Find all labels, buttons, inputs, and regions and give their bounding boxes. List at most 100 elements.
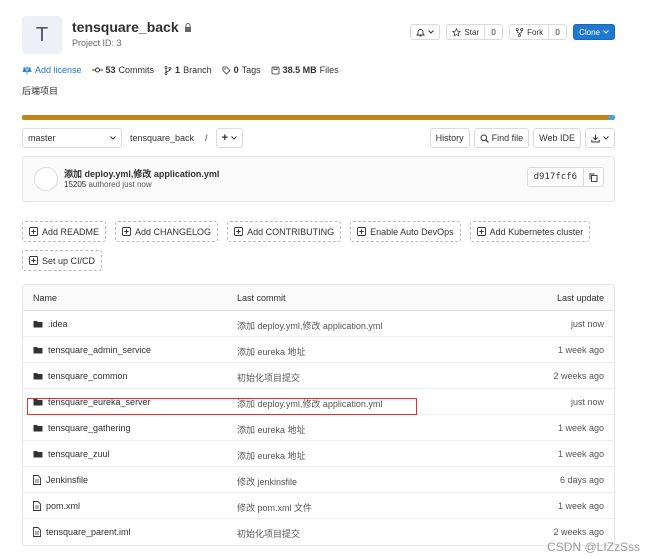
add-license-link[interactable]: Add license xyxy=(22,65,82,75)
table-row[interactable]: tensquare_parent.iml 初始化项目提交 2 weeks ago xyxy=(23,519,614,545)
download-button[interactable] xyxy=(585,128,615,148)
quick-setup-label: Enable Auto DevOps xyxy=(370,226,454,237)
table-row[interactable]: pom.xml 修改 pom.xml 文件 1 week ago xyxy=(23,493,614,519)
find-file-button[interactable]: Find file xyxy=(473,128,530,148)
quick-setup-label: Add CONTRIBUTING xyxy=(247,226,335,237)
plus-square-icon xyxy=(122,227,131,236)
files-link[interactable]: 38.5 MB Files xyxy=(271,65,339,75)
commit-title[interactable]: 添加 deploy.yml,修改 application.yml xyxy=(64,167,219,180)
row-name[interactable]: tensquare_gathering xyxy=(33,423,131,433)
search-icon xyxy=(480,134,489,143)
commit-author-avatar[interactable] xyxy=(34,167,58,191)
quick-setup-button[interactable]: Add README xyxy=(22,221,107,242)
branch-link[interactable]: 1 Branch xyxy=(164,65,212,75)
commit-time: authored just now xyxy=(88,180,152,189)
row-name-label: tensquare_common xyxy=(48,371,128,381)
row-updated: 6 days ago xyxy=(559,475,604,485)
column-name: Name xyxy=(33,293,58,303)
table-row[interactable]: tensquare_eureka_server 添加 deploy.yml,修改 … xyxy=(23,389,614,415)
quick-setup-button[interactable]: Add CONTRIBUTING xyxy=(227,221,342,242)
row-name[interactable]: tensquare_common xyxy=(33,371,128,381)
download-icon xyxy=(591,134,600,142)
row-commit[interactable]: 初始化项目提交 xyxy=(237,527,300,540)
row-name[interactable]: tensquare_parent.iml xyxy=(33,527,131,537)
header-actions: Star 0 Fork 0 Clone xyxy=(410,24,615,40)
fork-group: Fork 0 xyxy=(509,24,568,40)
clone-button[interactable]: Clone xyxy=(573,24,615,40)
project-id: Project ID: 3 xyxy=(72,38,122,48)
table-row[interactable]: Jenkinsfile 修改 jenkinsfile 6 days ago xyxy=(23,467,614,493)
commit-author[interactable]: 15205 xyxy=(64,180,86,189)
commit-sha[interactable]: d917fcf6 xyxy=(526,167,584,187)
file-icon xyxy=(33,527,41,537)
commit-meta: 15205 authored just now xyxy=(64,180,152,189)
row-commit[interactable]: 添加 eureka 地址 xyxy=(237,423,306,436)
folder-icon xyxy=(33,373,43,380)
project-description: 后端项目 xyxy=(22,86,59,96)
commit-sha-group: d917fcf6 xyxy=(526,167,604,187)
row-name[interactable]: tensquare_admin_service xyxy=(33,345,151,355)
row-name-label: pom.xml xyxy=(46,501,81,511)
chevron-down-icon xyxy=(603,136,609,140)
quick-setup-button[interactable]: Set up CI/CD xyxy=(22,250,103,271)
breadcrumb-root[interactable]: tensquare_back xyxy=(127,133,197,143)
quick-setup-button[interactable]: Add CHANGELOG xyxy=(115,221,219,242)
table-row[interactable]: tensquare_common 初始化项目提交 2 weeks ago xyxy=(23,363,614,389)
repository-language-bar[interactable] xyxy=(22,115,615,120)
clone-label: Clone xyxy=(579,27,600,37)
copy-icon xyxy=(589,173,598,182)
commits-link[interactable]: 53 Commits xyxy=(91,65,154,75)
row-commit[interactable]: 添加 eureka 地址 xyxy=(237,449,306,462)
branch-selector[interactable]: master xyxy=(22,128,122,148)
row-name-label: .idea xyxy=(48,319,68,329)
language-bar-secondary xyxy=(609,115,615,120)
files-label: Files xyxy=(319,65,339,75)
row-name[interactable]: tensquare_zuul xyxy=(33,449,110,459)
copy-sha-button[interactable] xyxy=(584,167,604,187)
row-commit[interactable]: 添加 deploy.yml,修改 application.yml xyxy=(237,397,382,410)
row-name[interactable]: pom.xml xyxy=(33,501,80,511)
row-updated: 1 week ago xyxy=(557,449,604,459)
fork-button[interactable]: Fork xyxy=(509,24,550,40)
project-title[interactable]: tensquare_back xyxy=(72,19,192,35)
row-name[interactable]: .idea xyxy=(33,319,68,329)
row-updated: 1 week ago xyxy=(557,345,604,355)
last-commit-panel: 添加 deploy.yml,修改 application.yml 15205 a… xyxy=(22,156,615,202)
quick-setup-button[interactable]: Add Kubernetes cluster xyxy=(469,221,591,242)
plus-square-icon xyxy=(29,256,38,265)
folder-icon xyxy=(33,425,43,432)
star-group: Star 0 xyxy=(446,24,504,40)
add-to-tree-button[interactable]: + xyxy=(215,128,243,148)
fork-icon xyxy=(515,27,524,37)
chevron-down-icon xyxy=(428,30,435,34)
table-row[interactable]: .idea 添加 deploy.yml,修改 application.yml jus… xyxy=(23,311,614,337)
row-updated: 2 weeks ago xyxy=(553,371,604,381)
tags-link[interactable]: 0 Tags xyxy=(222,65,261,75)
quick-setup-button[interactable]: Enable Auto DevOps xyxy=(350,221,461,242)
table-row[interactable]: tensquare_admin_service 添加 eureka 地址 1 wee… xyxy=(23,337,614,363)
fork-count[interactable]: 0 xyxy=(549,24,568,40)
row-updated: 1 week ago xyxy=(557,501,604,511)
web-ide-button[interactable]: Web IDE xyxy=(533,128,581,148)
row-commit[interactable]: 修改 pom.xml 文件 xyxy=(237,501,312,514)
project-avatar: T xyxy=(22,16,62,54)
disk-icon xyxy=(271,66,280,74)
star-count[interactable]: 0 xyxy=(485,24,504,40)
row-commit[interactable]: 初始化项目提交 xyxy=(237,371,300,384)
commits-count: 53 xyxy=(105,65,116,75)
row-name[interactable]: Jenkinsfile xyxy=(33,475,88,485)
commit-icon xyxy=(91,67,103,73)
row-updated: just now xyxy=(570,397,604,407)
history-button[interactable]: History xyxy=(429,128,470,148)
table-row[interactable]: tensquare_zuul 添加 eureka 地址 1 week ago xyxy=(23,441,614,467)
star-button[interactable]: Star xyxy=(446,24,486,40)
project-name[interactable]: tensquare_back xyxy=(72,19,179,35)
notification-button[interactable] xyxy=(410,24,441,40)
row-commit[interactable]: 添加 eureka 地址 xyxy=(237,345,306,358)
row-commit[interactable]: 添加 deploy.yml,修改 application.yml xyxy=(237,319,382,332)
branch-name: master xyxy=(28,133,56,143)
row-name[interactable]: tensquare_eureka_server xyxy=(33,397,151,407)
table-row[interactable]: tensquare_gathering 添加 eureka 地址 1 week ag… xyxy=(23,415,614,441)
row-commit[interactable]: 修改 jenkinsfile xyxy=(237,475,297,488)
fork-label: Fork xyxy=(527,27,544,37)
